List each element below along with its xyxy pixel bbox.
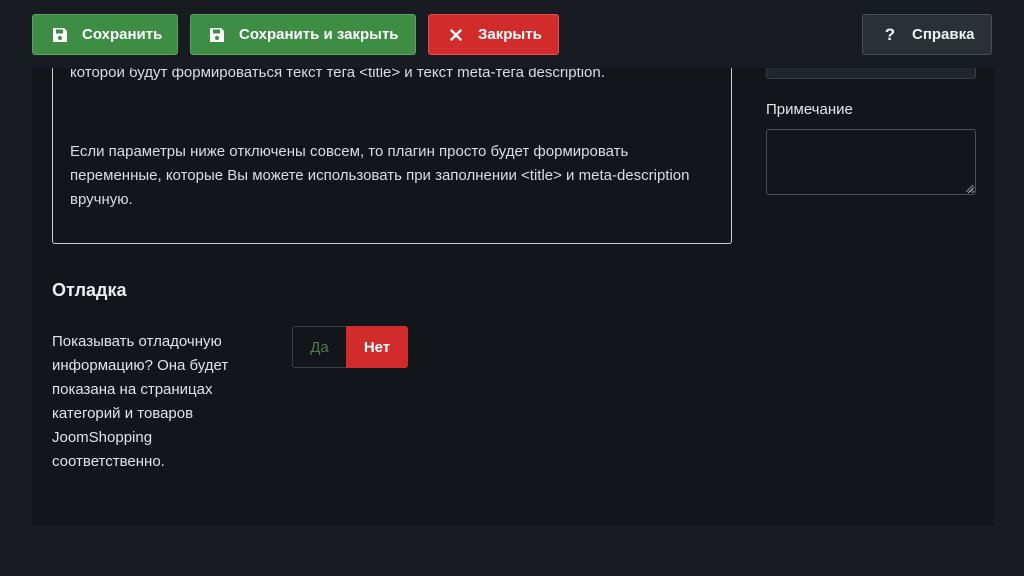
help-button[interactable]: ? Справка xyxy=(862,14,992,55)
toggle-yes-option[interactable]: Да xyxy=(292,326,346,368)
floppy-disk-icon xyxy=(51,26,69,44)
save-and-close-button[interactable]: Сохранить и закрыть xyxy=(190,14,416,55)
toggle-no-option[interactable]: Нет xyxy=(346,326,408,368)
close-button-label: Закрыть xyxy=(478,26,542,43)
save-button-label: Сохранить xyxy=(82,26,163,43)
question-mark-icon: ? xyxy=(884,24,896,44)
debug-field-label: Показывать отладочную информацию? Она бу… xyxy=(52,333,229,470)
close-icon xyxy=(447,26,465,44)
floppy-disk-icon xyxy=(208,26,226,44)
page: Параметры ниже позволяют задать единую д… xyxy=(0,0,1024,576)
note-label: Примечание xyxy=(766,101,853,118)
save-button[interactable]: Сохранить xyxy=(32,14,178,55)
resize-grip-icon[interactable] xyxy=(964,183,974,193)
debug-toggle[interactable]: Да Нет xyxy=(292,326,408,368)
close-button[interactable]: Закрыть xyxy=(428,14,559,55)
info-paragraph-2: Если параметры ниже отключены совсем, то… xyxy=(70,143,690,208)
save-and-close-button-label: Сохранить и закрыть xyxy=(239,26,399,43)
toolbar: Сохранить Сохранить и закрыть Закрыть ? … xyxy=(0,0,1024,68)
note-textarea[interactable] xyxy=(766,129,976,195)
debug-section-title: Отладка xyxy=(52,280,127,300)
info-box: Параметры ниже позволяют задать единую д… xyxy=(52,40,732,244)
help-button-label: Справка xyxy=(912,26,975,43)
